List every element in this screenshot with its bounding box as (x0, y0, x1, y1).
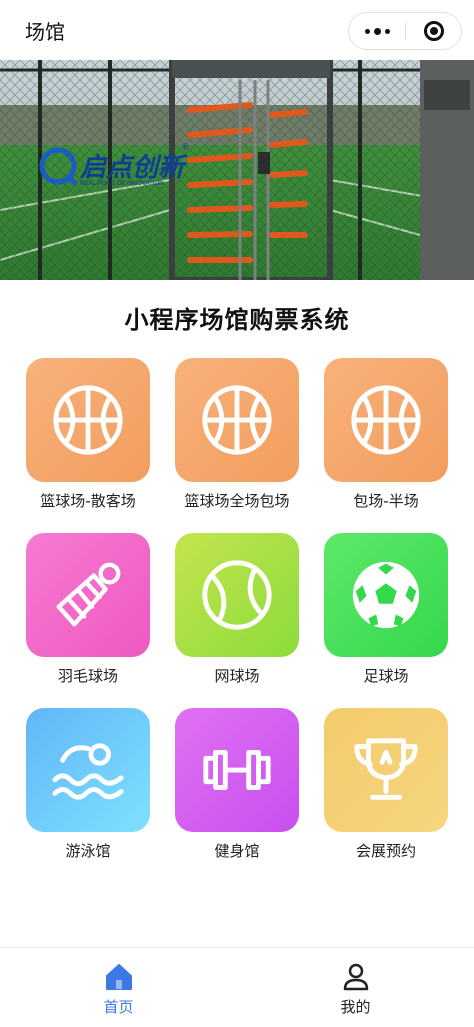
target-circle-icon[interactable] (406, 13, 462, 49)
mini-program-capsule (348, 12, 462, 50)
venue-icon-tile (26, 358, 150, 482)
venue-icon-tile (324, 708, 448, 832)
soccer-ball-icon (352, 561, 420, 629)
venue-label: 包场-半场 (353, 492, 419, 510)
venue-exhibition[interactable]: 会展预约 (324, 708, 448, 861)
venue-gym[interactable]: 健身馆 (175, 708, 299, 861)
venue-basketball-half-court[interactable]: 包场-半场 (324, 358, 448, 511)
page-header-title: 场馆 (25, 20, 65, 44)
basketball-icon (202, 385, 272, 455)
venue-badminton[interactable]: 羽毛球场 (26, 533, 150, 686)
venue-basketball-casual[interactable]: 篮球场-散客场 (26, 358, 150, 511)
venue-label: 篮球场-散客场 (40, 492, 136, 510)
venue-label: 健身馆 (214, 842, 260, 860)
venue-icon-tile (324, 533, 448, 657)
venue-label: 网球场 (214, 667, 260, 685)
basketball-icon (53, 385, 123, 455)
navigation-bar: 场馆 (0, 0, 474, 60)
venue-swimming[interactable]: 游泳馆 (26, 708, 150, 861)
logo-wordmark: 启点创新 (80, 152, 188, 182)
more-dots-icon[interactable] (349, 13, 405, 49)
user-icon (343, 963, 369, 991)
basketball-icon (351, 385, 421, 455)
venue-label: 足球场 (363, 667, 409, 685)
venue-label: 游泳馆 (65, 842, 111, 860)
venue-football[interactable]: 足球场 (324, 533, 448, 686)
logo-subtitle: REAL POINT OF INNOVATION (80, 181, 163, 187)
venue-label: 篮球场全场包场 (184, 492, 290, 510)
venue-icon-tile (175, 358, 299, 482)
venue-label: 会展预约 (355, 842, 416, 860)
banner-image[interactable]: 启点创新 REAL POINT OF INNOVATION ® (0, 60, 474, 280)
venue-icon-tile (175, 708, 299, 832)
shuttlecock-icon (56, 562, 121, 627)
bottom-tab-bar: 首页 我的 (0, 947, 474, 1027)
venue-icon-tile (175, 533, 299, 657)
tab-home[interactable]: 首页 (0, 948, 237, 1027)
venue-icon-tile (324, 358, 448, 482)
venue-basketball-full-court[interactable]: 篮球场全场包场 (175, 358, 299, 511)
tab-label: 首页 (103, 998, 134, 1016)
venue-tennis[interactable]: 网球场 (175, 533, 299, 686)
tab-profile[interactable]: 我的 (237, 948, 474, 1027)
venue-label: 羽毛球场 (57, 667, 118, 685)
logo-registered-mark: ® (182, 142, 189, 152)
page-title: 小程序场馆购票系统 (124, 306, 350, 334)
trophy-icon (354, 738, 418, 800)
swimmer-icon (52, 743, 124, 800)
home-icon (106, 964, 132, 990)
tab-label: 我的 (340, 998, 371, 1016)
dumbbell-icon (203, 750, 271, 790)
tennis-ball-icon (202, 560, 272, 630)
venue-icon-tile (26, 708, 150, 832)
venue-icon-tile (26, 533, 150, 657)
